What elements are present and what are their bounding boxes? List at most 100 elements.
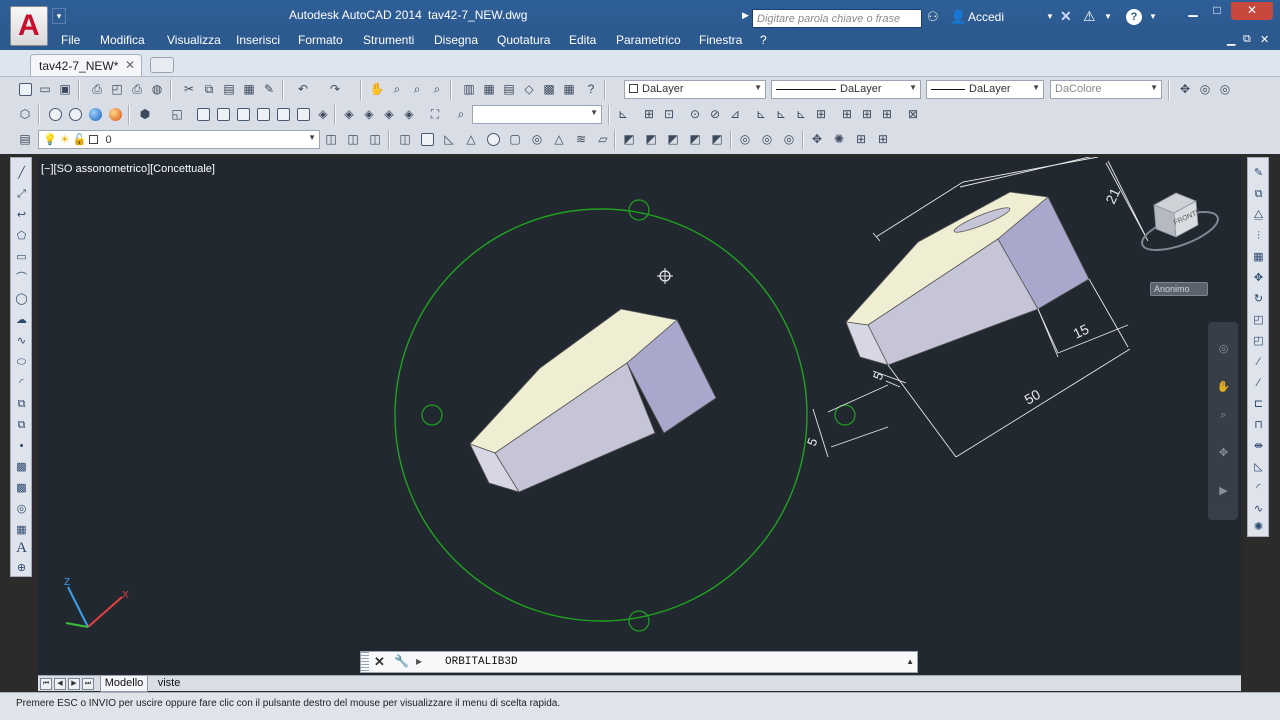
stretch-icon[interactable]: ◰ bbox=[1251, 334, 1266, 349]
copy-icon[interactable]: ⧉ bbox=[200, 80, 218, 98]
design-web-icon[interactable]: ◍ bbox=[148, 80, 166, 98]
revision-cloud-icon[interactable]: ☁ bbox=[14, 313, 29, 328]
next-tab-icon[interactable]: ▶ bbox=[68, 678, 80, 690]
close-icon[interactable]: ✕ bbox=[374, 654, 385, 670]
box-icon[interactable] bbox=[418, 130, 436, 148]
dimension-update-icon[interactable]: ⊠ bbox=[904, 105, 922, 123]
user-icon[interactable]: 👤 bbox=[950, 9, 966, 25]
array-icon[interactable]: ▦ bbox=[1251, 250, 1266, 265]
solid-object-center[interactable] bbox=[469, 308, 717, 493]
last-tab-icon[interactable]: ⏭ bbox=[82, 678, 94, 690]
first-tab-icon[interactable]: ⏮ bbox=[40, 678, 52, 690]
extrude-icon[interactable]: ◩ bbox=[620, 130, 638, 148]
cylinder-icon[interactable]: ▢ bbox=[506, 130, 524, 148]
realistic-style-icon[interactable] bbox=[106, 105, 124, 123]
layer-previous-icon[interactable]: ◫ bbox=[344, 130, 362, 148]
3d-align-icon[interactable]: ⊞ bbox=[852, 130, 870, 148]
wireframe-3d-icon[interactable] bbox=[66, 105, 84, 123]
login-dropdown-icon[interactable]: ▼ bbox=[1046, 12, 1054, 21]
fillet-icon[interactable]: ◜ bbox=[1251, 481, 1266, 496]
front-view-icon[interactable] bbox=[274, 105, 292, 123]
top-view-icon[interactable] bbox=[194, 105, 212, 123]
menu-parametric[interactable]: Parametrico bbox=[616, 33, 681, 47]
menu-help[interactable]: ? bbox=[760, 33, 767, 47]
menu-insert[interactable]: Inserisci bbox=[236, 33, 280, 47]
search-expand-icon[interactable]: ▶ bbox=[742, 10, 749, 21]
dimension-edit-icon[interactable]: ⊞ bbox=[858, 105, 876, 123]
command-input[interactable]: ORBITALIB3D bbox=[445, 656, 518, 668]
match-properties-icon[interactable]: ▦ bbox=[240, 80, 258, 98]
angular-dimension-icon[interactable]: ⊿ bbox=[726, 105, 744, 123]
hidden-style-icon[interactable] bbox=[86, 105, 104, 123]
markup-icon[interactable]: ▩ bbox=[540, 80, 558, 98]
trim-icon[interactable]: ⁄ bbox=[1251, 355, 1266, 370]
break-at-point-icon[interactable]: ⊏ bbox=[1251, 397, 1266, 412]
orbit-handle-left[interactable] bbox=[421, 404, 443, 426]
extend-icon[interactable]: ⁄ bbox=[1251, 376, 1266, 391]
minimize-button[interactable]: ▁ bbox=[1180, 2, 1206, 20]
tolerance-icon[interactable]: ⊞ bbox=[812, 105, 830, 123]
solid-object-dimensioned[interactable] bbox=[845, 191, 1090, 366]
orbit-handle-top[interactable] bbox=[628, 199, 650, 221]
insert-block-icon[interactable]: ⧉ bbox=[14, 397, 29, 412]
binoculars-icon[interactable]: ⚇ bbox=[927, 9, 939, 25]
layer-properties-icon[interactable]: ▤ bbox=[16, 130, 34, 148]
rotate-icon[interactable]: ↻ bbox=[1251, 292, 1266, 307]
sphere-icon[interactable] bbox=[484, 130, 502, 148]
publish-icon[interactable]: ⎙ bbox=[128, 80, 146, 98]
quick-dimension-icon[interactable]: ⊾ bbox=[792, 105, 810, 123]
menu-dimension[interactable]: Quotatura bbox=[497, 33, 550, 47]
wedge-icon[interactable]: ◺ bbox=[440, 130, 458, 148]
quick-access-arrow-icon[interactable]: ▾ bbox=[52, 8, 66, 24]
open-file-icon[interactable]: ▭ bbox=[36, 80, 54, 98]
revolve-icon[interactable]: ◩ bbox=[686, 130, 704, 148]
back-view-icon[interactable] bbox=[294, 105, 312, 123]
undo-icon[interactable]: ↶ bbox=[294, 80, 312, 98]
aligned-dimension-icon[interactable]: ⊞ bbox=[640, 105, 658, 123]
command-line[interactable]: ✕ 🔧 ▸ ORBITALIB3D ▲ bbox=[360, 651, 918, 673]
menu-format[interactable]: Formato bbox=[298, 33, 343, 47]
view-manager-icon[interactable]: ◱ bbox=[168, 105, 186, 123]
cut-icon[interactable]: ✂ bbox=[180, 80, 198, 98]
ellipse-arc-icon[interactable]: ◜ bbox=[14, 376, 29, 391]
properties-icon[interactable]: ▥ bbox=[460, 80, 478, 98]
move-icon[interactable]: ✥ bbox=[1251, 271, 1266, 286]
multiline-text-icon[interactable]: A bbox=[14, 541, 29, 556]
plot-icon[interactable]: ⎙ bbox=[88, 80, 106, 98]
menu-modify[interactable]: Edita bbox=[569, 33, 596, 47]
design-center-icon[interactable]: ▦ bbox=[480, 80, 498, 98]
save-icon[interactable]: ▣ bbox=[56, 80, 74, 98]
find-icon[interactable]: ⌕ bbox=[452, 105, 470, 123]
add-selected-icon[interactable]: ⊕ bbox=[14, 561, 29, 576]
spline-icon[interactable]: ∿ bbox=[14, 334, 29, 349]
presspull-icon[interactable]: ◩ bbox=[642, 130, 660, 148]
make-block-icon[interactable]: ⧉ bbox=[14, 418, 29, 433]
new-file-icon[interactable] bbox=[16, 80, 34, 98]
explode-icon[interactable]: ✺ bbox=[1251, 520, 1266, 535]
linear-dimension-icon[interactable]: ⊾ bbox=[614, 105, 632, 123]
gradient-icon[interactable]: ▩ bbox=[14, 481, 29, 496]
polygon-icon[interactable]: ⬠ bbox=[14, 229, 29, 244]
new-tab-button[interactable] bbox=[150, 57, 174, 73]
pan-icon[interactable]: ✋ bbox=[368, 80, 386, 98]
exchange-apps-icon[interactable]: ✕ bbox=[1060, 8, 1072, 25]
close-tab-icon[interactable]: ✕ bbox=[125, 58, 135, 72]
close-window-button[interactable]: ✕ bbox=[1231, 2, 1273, 20]
planar-surface-icon[interactable]: ▱ bbox=[594, 130, 612, 148]
helix-icon[interactable]: ≋ bbox=[572, 130, 590, 148]
arc-length-icon[interactable]: ⊡ bbox=[660, 105, 678, 123]
tab-model[interactable]: Modello bbox=[100, 676, 148, 692]
doc-close-button[interactable]: ✕ bbox=[1260, 33, 1269, 46]
zoom-realtime-icon[interactable]: ⌕ bbox=[388, 80, 406, 98]
showmotion-nav-icon[interactable]: ▶ bbox=[1216, 484, 1231, 499]
continue-dimension-icon[interactable]: ⊾ bbox=[772, 105, 790, 123]
loft-icon[interactable]: ◩ bbox=[708, 130, 726, 148]
menu-edit[interactable]: Modifica bbox=[100, 33, 145, 47]
wrench-icon[interactable]: 🔧 bbox=[394, 654, 409, 668]
free-orbit-icon[interactable]: ◎ bbox=[1196, 80, 1214, 98]
paste-icon[interactable]: ▤ bbox=[220, 80, 238, 98]
offset-icon[interactable]: ⫶ bbox=[1251, 229, 1266, 244]
menu-tools[interactable]: Strumenti bbox=[363, 33, 414, 47]
nw-iso-view-icon[interactable]: ◈ bbox=[380, 105, 398, 123]
right-view-icon[interactable] bbox=[254, 105, 272, 123]
